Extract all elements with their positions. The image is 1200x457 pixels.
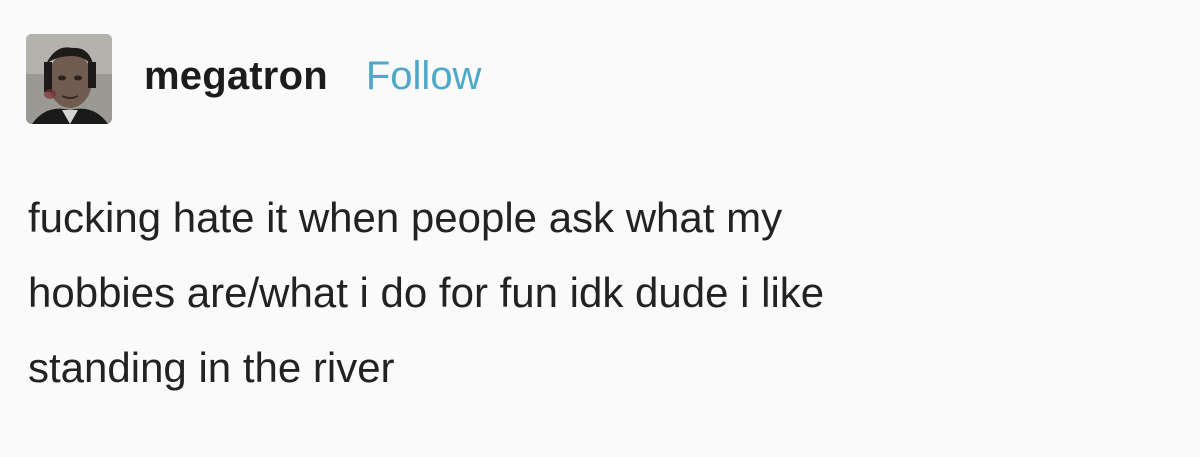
user-avatar[interactable] (26, 34, 112, 124)
post-body-line-3: standing in the river (28, 344, 395, 391)
follow-button[interactable]: Follow (366, 54, 482, 99)
post-body-line-2: hobbies are/what i do for fun idk dude i… (28, 269, 825, 316)
avatar-icon (26, 34, 112, 124)
post-body: fucking hate it when people ask what my … (28, 180, 1178, 405)
post-header: megatron Follow (26, 33, 481, 125)
post-body-line-1: fucking hate it when people ask what my (28, 194, 783, 241)
post-card: megatron Follow fucking hate it when peo… (0, 0, 1200, 457)
username[interactable]: megatron (144, 54, 328, 99)
